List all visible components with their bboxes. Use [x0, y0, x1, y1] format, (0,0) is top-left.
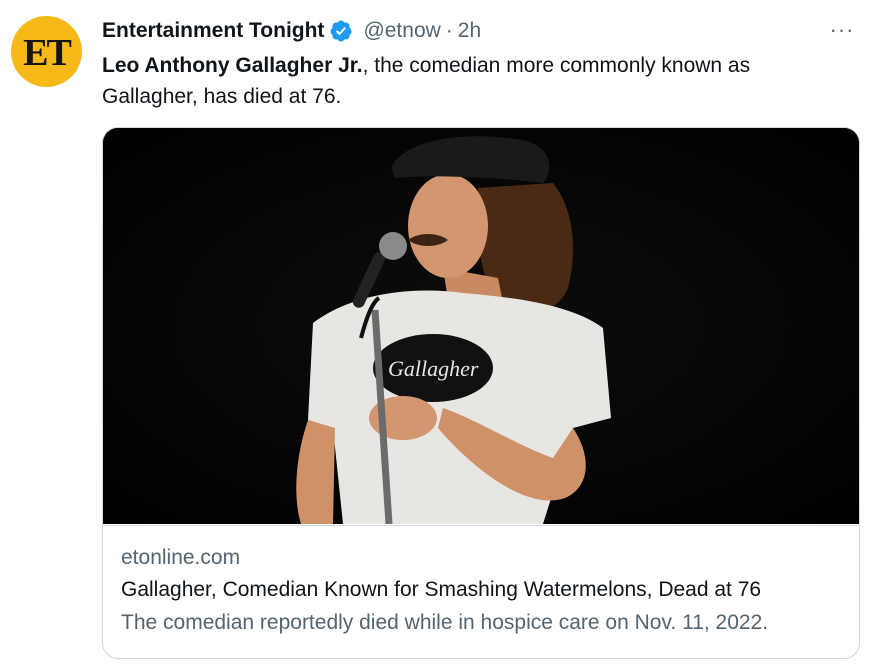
separator-dot: · — [445, 19, 453, 42]
tweet-text: Leo Anthony Gallagher Jr., the comedian … — [102, 50, 842, 112]
more-horizontal-icon[interactable]: ··· — [828, 17, 856, 42]
shirt-logo-text: Gallagher — [388, 356, 479, 381]
card-description: The comedian reportedly died while in ho… — [121, 611, 769, 634]
tweet-timestamp[interactable]: 2h — [458, 19, 481, 43]
tweet-text-bold: Leo Anthony Gallagher Jr. — [102, 54, 363, 77]
card-domain: etonline.com — [121, 546, 241, 569]
link-card[interactable]: Gallagher etonline.com Gallagher, Comedi… — [102, 127, 860, 659]
tweet-header: Entertainment Tonight @etnow · 2h — [102, 17, 481, 45]
card-title: Gallagher, Comedian Known for Smashing W… — [121, 578, 762, 601]
avatar-initials: ET — [23, 31, 72, 74]
verified-badge-icon — [329, 19, 353, 43]
card-image[interactable]: Gallagher — [103, 128, 859, 524]
author-name[interactable]: Entertainment Tonight — [102, 19, 324, 43]
tweet[interactable]: ET Entertainment Tonight @etnow · 2h ···… — [0, 0, 870, 664]
card-meta[interactable]: etonline.com Gallagher, Comedian Known f… — [103, 525, 859, 658]
comedian-photo: Gallagher — [103, 128, 859, 524]
avatar[interactable]: ET — [11, 16, 82, 87]
author-handle[interactable]: @etnow — [363, 19, 440, 43]
